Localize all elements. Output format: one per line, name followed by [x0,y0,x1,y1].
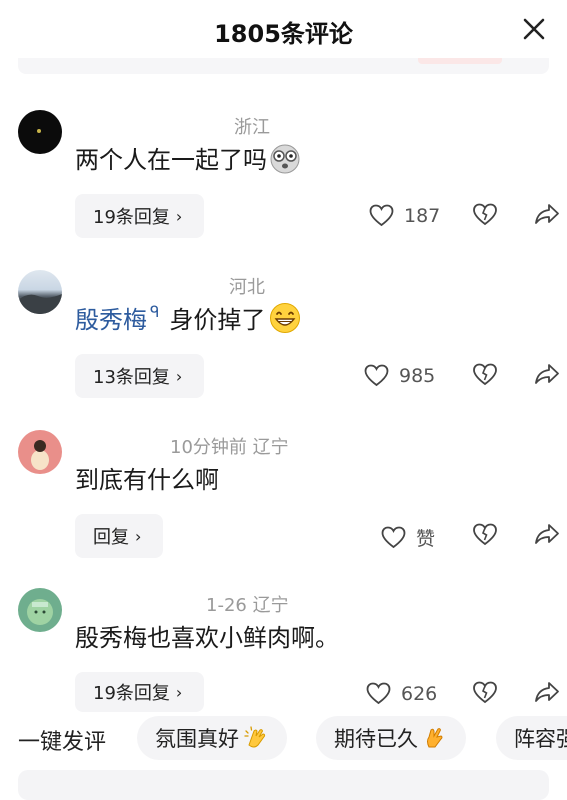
comment-body: 两个人在一起了吗 [75,146,267,174]
comment-location: 浙江 [234,117,270,138]
comment-body: 到底有什么啊 [75,466,219,494]
avatar[interactable] [18,588,62,632]
quick-comment-label: 一键发评 [18,730,107,755]
quick-chip-lineup[interactable]: 阵容强 [496,716,567,760]
comments-title: 1805条评论 [214,20,353,48]
chevron-right-icon: › [175,682,183,702]
comment-body: 殷秀梅也喜欢小鲜肉啊。 [75,624,339,652]
like-button[interactable]: 985 [364,364,435,387]
search-icon: ᑫ [150,302,160,321]
quick-chip-anticipation[interactable]: 期待已久 [316,716,466,760]
like-count: 626 [401,682,438,705]
mention-name: 殷秀梅 [75,306,147,334]
close-icon[interactable] [519,14,549,44]
reply-button[interactable]: 回复 › [75,514,164,558]
comment-text: 殷秀梅 ᑫ 身价掉了 [75,300,301,335]
comment-item: 浙江 两个人在一起了吗 19条回复 › 187 [0,110,567,270]
like-button[interactable]: 626 [366,682,437,705]
user-mention-link[interactable]: 殷秀梅 ᑫ [75,300,159,335]
comment-input[interactable] [18,770,549,800]
avatar[interactable] [18,270,62,314]
like-count: 赞 [416,528,436,550]
like-count: 985 [399,364,436,387]
chip-label: 期待已久 [334,727,418,751]
crossed-fingers-icon [427,728,443,748]
reply-count: 19条回复 [93,683,170,704]
reply-label: 回复 [93,527,129,548]
heart-icon [369,204,394,227]
share-arrow-icon[interactable] [534,522,560,546]
share-arrow-icon[interactable] [534,202,560,226]
heart-icon [381,526,406,549]
chip-label: 氛围真好 [155,727,239,751]
comment-text: 两个人在一起了吗 [75,140,301,175]
chevron-right-icon: › [175,366,183,386]
grinning-emoji-icon [270,302,301,333]
comment-item: 河北 殷秀梅 ᑫ 身价掉了 13条回复 › 985 [0,270,567,430]
comment-item: 10分钟前 辽宁 到底有什么啊 回复 › 赞 [0,430,567,590]
comment-text: 殷秀梅也喜欢小鲜肉啊。 [75,618,339,653]
chip-label: 阵容强 [514,727,567,751]
quick-comment-bar: 一键发评 氛围真好 期待已久 阵容强 [0,714,567,764]
comment-body: 身价掉了 [169,306,266,334]
like-count: 187 [404,204,441,227]
clapping-hands-icon [244,726,266,748]
reply-count: 13条回复 [93,367,170,388]
view-replies-button[interactable]: 13条回复 › [75,354,205,398]
top-strip [18,58,549,74]
reply-count: 19条回复 [93,207,170,228]
share-arrow-icon[interactable] [534,362,560,386]
heart-icon [364,364,389,387]
heart-icon [366,682,391,705]
like-button[interactable]: 187 [369,204,440,227]
like-button[interactable]: 赞 [381,524,435,551]
comment-text: 到底有什么啊 [75,460,219,495]
avatar[interactable] [18,430,62,474]
shocked-emoji-icon [270,144,300,173]
view-replies-button[interactable]: 19条回复 › [75,672,205,712]
broken-heart-icon[interactable] [472,522,498,546]
broken-heart-icon[interactable] [472,680,498,704]
quick-chip-atmosphere[interactable]: 氛围真好 [137,716,287,760]
chevron-right-icon: › [175,206,183,226]
comment-location: 河北 [229,277,265,298]
broken-heart-icon[interactable] [472,202,498,226]
broken-heart-icon[interactable] [472,362,498,386]
chevron-right-icon: › [135,526,142,546]
view-replies-button[interactable]: 19条回复 › [75,194,205,238]
comments-header: 1805条评论 [0,0,567,62]
comment-time-location: 10分钟前 辽宁 [170,437,289,458]
avatar[interactable] [18,110,62,154]
share-arrow-icon[interactable] [534,680,560,704]
comment-time-location: 1-26 辽宁 [206,595,289,616]
